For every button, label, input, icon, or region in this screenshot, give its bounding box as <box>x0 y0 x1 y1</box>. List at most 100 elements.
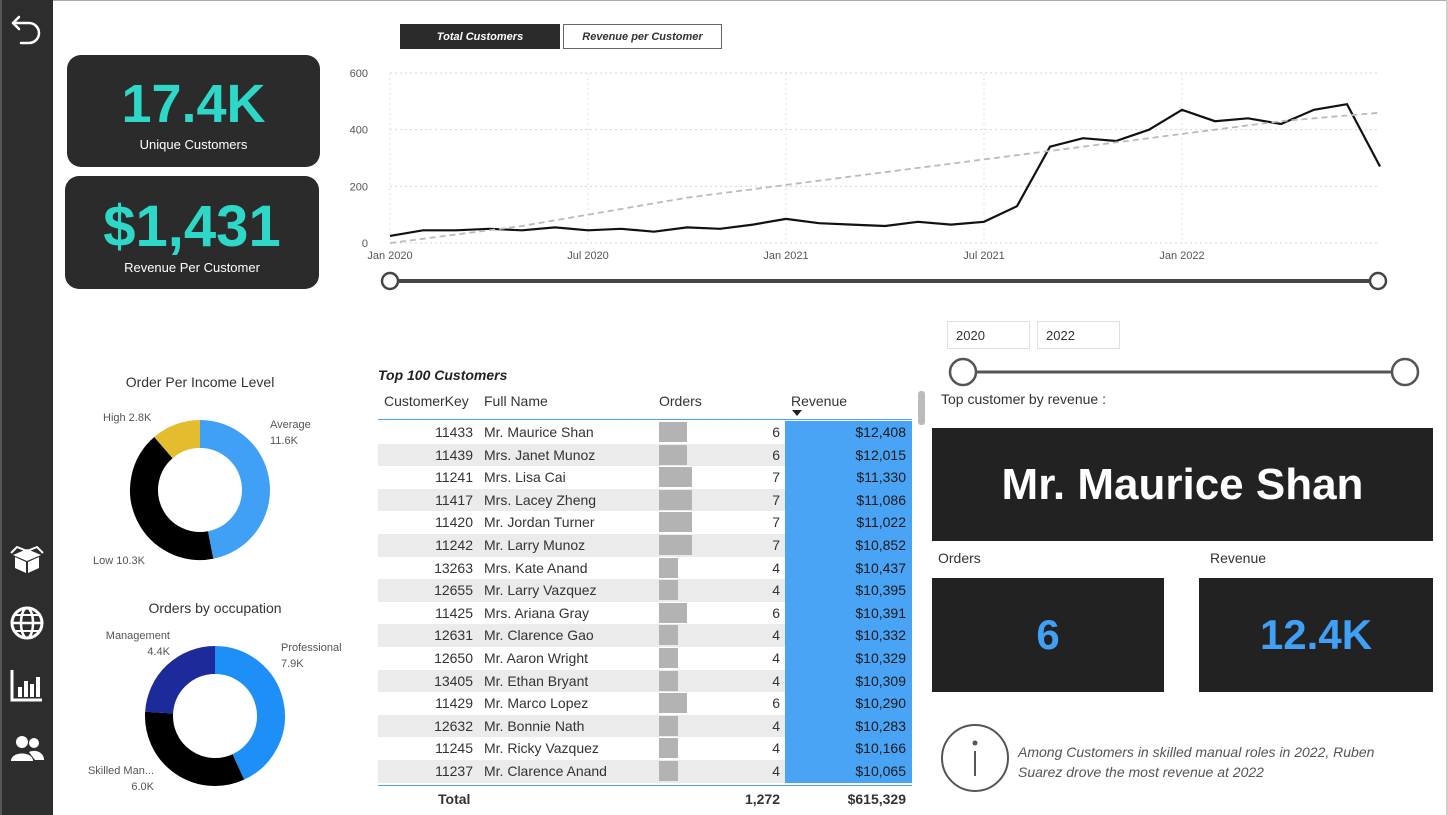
table-row[interactable]: 11420 Mr. Jordan Turner 7 $11,022 <box>378 511 912 534</box>
income-average-name: Average <box>270 419 311 431</box>
cell-orders: 4 <box>772 650 780 666</box>
table-row[interactable]: 11242 Mr. Larry Munoz 7 $10,852 <box>378 534 912 557</box>
cell-orders: 6 <box>772 695 780 712</box>
table-row[interactable]: 11433 Mr. Maurice Shan 6 $12,408 <box>378 421 912 444</box>
table-row[interactable]: 11245 Mr. Ricky Vazquez 4 $10,166 <box>378 737 912 760</box>
occupation-slice-management[interactable] <box>145 646 216 715</box>
cell-orders: 6 <box>772 446 780 463</box>
income-label-low: Low 10.3K <box>93 555 145 567</box>
year-slider-start-handle[interactable] <box>948 357 978 387</box>
income-slice-average[interactable] <box>199 420 270 559</box>
occupation-skilled-name: Skilled Man... <box>87 765 154 777</box>
cell-fullname: Mrs. Ariana Gray <box>484 604 590 621</box>
cell-revenue: $10,437 <box>785 556 912 580</box>
table-row[interactable]: 11237 Mr. Clarence Anand 4 $10,065 <box>378 760 912 783</box>
cell-revenue: $11,330 <box>785 466 912 489</box>
column-header-fullname[interactable]: Full Name <box>484 393 548 409</box>
orders-databar <box>659 512 692 533</box>
y-tick-label: 0 <box>362 238 368 250</box>
box-icon[interactable] <box>8 540 46 578</box>
tab-revenue-per-customer[interactable]: Revenue per Customer <box>563 24 722 49</box>
y-tick-label: 200 <box>350 181 368 193</box>
people-icon[interactable] <box>8 730 46 768</box>
top-customer-label: Top customer by revenue : <box>941 391 1106 407</box>
cell-orders: 7 <box>772 491 780 508</box>
cell-fullname: Mr. Clarence Gao <box>484 627 594 644</box>
date-range-end-handle[interactable] <box>1368 271 1388 291</box>
cell-revenue: $10,391 <box>785 601 912 625</box>
occupation-donut <box>145 646 285 786</box>
table-row[interactable]: 12650 Mr. Aaron Wright 4 $10,329 <box>378 647 912 670</box>
table-row[interactable]: 13405 Mr. Ethan Bryant 4 $10,309 <box>378 669 912 693</box>
column-header-orders[interactable]: Orders <box>659 393 702 409</box>
table-row[interactable]: 13263 Mrs. Kate Anand 4 $10,437 <box>378 556 912 580</box>
table-row[interactable]: 12631 Mr. Clarence Gao 4 $10,332 <box>378 624 912 647</box>
orders-databar <box>659 467 692 488</box>
occupation-slice-skilled-man[interactable] <box>145 711 245 786</box>
cell-revenue: $10,329 <box>785 647 912 670</box>
top-customer-revenue-label: Revenue <box>1210 550 1267 566</box>
tab-total-customers[interactable]: Total Customers <box>400 24 560 49</box>
table-row[interactable]: 11417 Mrs. Lacey Zheng 7 $11,086 <box>378 488 912 512</box>
cell-customerkey: 12631 <box>434 627 473 644</box>
cell-fullname: Mr. Ricky Vazquez <box>484 740 599 757</box>
year-to-input[interactable]: 2022 <box>1037 321 1120 349</box>
year-slider[interactable] <box>940 352 1420 392</box>
orders-databar <box>659 670 678 691</box>
income-label-average: Average 11.6K <box>270 417 311 449</box>
table-title: Top 100 Customers <box>378 367 508 383</box>
occupation-label-professional: Professional 7.9K <box>281 640 342 672</box>
orders-databar <box>659 625 678 646</box>
globe-icon[interactable] <box>8 604 46 642</box>
cell-customerkey: 11241 <box>435 469 473 486</box>
year-from-input[interactable]: 2020 <box>947 321 1030 349</box>
cell-customerkey: 12650 <box>434 650 473 666</box>
year-slider-end-handle[interactable] <box>1390 357 1420 387</box>
customers-series-line <box>389 102 1381 237</box>
top-customer-revenue-value: 12.4K <box>1199 578 1433 692</box>
table-row[interactable]: 11425 Mrs. Ariana Gray 6 $10,391 <box>378 601 912 625</box>
cell-customerkey: 13405 <box>434 672 473 689</box>
occupation-professional-name: Professional <box>281 642 342 654</box>
bar-chart-icon[interactable] <box>8 666 46 704</box>
back-arrow-icon[interactable] <box>8 10 46 48</box>
cell-fullname: Mr. Larry Vazquez <box>484 582 597 599</box>
column-header-customerkey[interactable]: CustomerKey <box>384 393 469 409</box>
income-slice-high[interactable] <box>154 420 201 459</box>
unique-customers-card: 17.4K Unique Customers <box>67 55 320 167</box>
table-scrollbar[interactable] <box>918 391 925 425</box>
cell-orders: 6 <box>772 424 780 440</box>
cell-customerkey: 11439 <box>435 446 473 463</box>
cell-fullname: Mr. Clarence Anand <box>484 763 607 779</box>
occupation-slice-professional[interactable] <box>214 646 285 780</box>
cell-orders: 7 <box>772 514 780 531</box>
occupation-chart-title: Orders by occupation <box>148 600 282 616</box>
total-label: Total <box>438 791 471 807</box>
orders-databar <box>659 602 688 623</box>
column-header-revenue[interactable]: Revenue <box>791 393 847 409</box>
cell-customerkey: 12632 <box>434 717 473 734</box>
income-slice-low[interactable] <box>130 437 214 560</box>
cell-orders: 4 <box>772 763 780 779</box>
table-row[interactable]: 12632 Mr. Bonnie Nath 4 $10,283 <box>378 714 912 738</box>
nav-sidebar <box>0 0 53 815</box>
revenue-per-customer-label: Revenue Per Customer <box>124 260 260 275</box>
table-row[interactable]: 11429 Mr. Marco Lopez 6 $10,290 <box>378 692 912 715</box>
table-row[interactable]: 11439 Mrs. Janet Munoz 6 $12,015 <box>378 443 912 467</box>
table-row[interactable]: 11241 Mrs. Lisa Cai 7 $11,330 <box>378 466 912 489</box>
table-total-divider <box>378 785 912 786</box>
cell-fullname: Mrs. Kate Anand <box>484 559 588 576</box>
table-row[interactable]: 12655 Mr. Larry Vazquez 4 $10,395 <box>378 579 912 602</box>
orders-databar <box>659 489 692 510</box>
cell-fullname: Mr. Ethan Bryant <box>484 672 589 689</box>
date-range-start-handle[interactable] <box>380 271 400 291</box>
sort-descending-icon[interactable] <box>792 410 802 416</box>
x-tick-label: Jan 2020 <box>367 250 412 262</box>
total-orders: 1,272 <box>744 791 780 807</box>
income-average-value: 11.6K <box>270 435 298 447</box>
cell-orders: 7 <box>772 537 780 553</box>
cell-fullname: Mr. Maurice Shan <box>484 424 594 440</box>
cell-revenue: $10,290 <box>785 692 912 715</box>
orders-databar <box>659 738 678 759</box>
occupation-management-name: Management <box>105 630 170 642</box>
